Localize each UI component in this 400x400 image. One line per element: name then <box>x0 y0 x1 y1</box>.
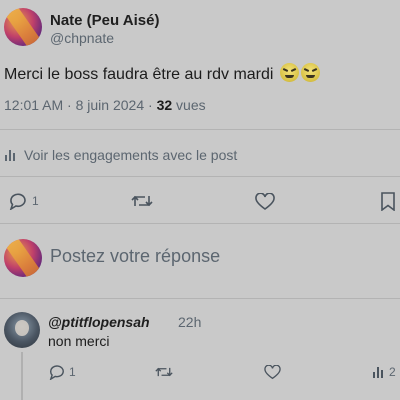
thread-line <box>21 352 23 400</box>
face-with-horns-icon <box>300 63 320 82</box>
author-avatar[interactable] <box>4 8 42 46</box>
post-meta: 12:01 AM · 8 juin 2024 · 32 vues <box>4 97 206 113</box>
analytics-icon <box>372 365 386 379</box>
meta-separator: · <box>148 97 157 113</box>
post-time[interactable]: 12:01 AM <box>4 97 63 113</box>
post-text-content: Merci le boss faudra être au rdv mardi <box>4 66 274 83</box>
repost-icon <box>155 364 173 380</box>
reply-repost-button[interactable] <box>155 364 173 380</box>
divider <box>0 176 400 177</box>
repost-icon <box>131 192 153 210</box>
divider <box>0 223 400 224</box>
author-name[interactable]: Nate (Peu Aisé) <box>50 12 159 29</box>
reply-input[interactable]: Postez votre réponse <box>50 246 390 270</box>
reply-reply-button[interactable]: 1 <box>48 364 76 380</box>
reply-author-avatar[interactable] <box>4 312 40 348</box>
reply-author-handle[interactable]: @ptitflopensah <box>48 314 150 330</box>
divider <box>0 298 400 299</box>
post-date[interactable]: 8 juin 2024 <box>76 97 145 113</box>
reply-text: non merci <box>48 333 110 349</box>
reply-time[interactable]: 22h <box>178 314 201 330</box>
reply-count: 1 <box>32 194 39 208</box>
like-button[interactable] <box>255 193 275 211</box>
heart-icon <box>255 193 275 211</box>
views-label: vues <box>176 97 206 113</box>
author-handle[interactable]: @chpnate <box>50 30 114 46</box>
bookmark-icon <box>380 192 396 211</box>
divider <box>0 129 400 130</box>
current-user-avatar[interactable] <box>4 239 42 277</box>
post-text: Merci le boss faudra être au rdv mardi <box>4 63 320 84</box>
reply-analytics-button[interactable]: 2 <box>372 365 396 379</box>
views-count: 32 <box>156 97 173 113</box>
heart-icon <box>264 365 281 380</box>
repost-button[interactable] <box>131 192 153 210</box>
view-engagements-label: Voir les engagements avec le post <box>24 147 238 163</box>
reply-icon <box>8 192 28 210</box>
reply-icon <box>48 364 66 380</box>
reply-reply-count: 1 <box>69 365 76 379</box>
face-with-horns-icon <box>279 63 299 82</box>
meta-separator: · <box>67 97 76 113</box>
reply-button[interactable]: 1 <box>8 192 39 210</box>
bookmark-button[interactable] <box>380 192 396 211</box>
analytics-icon <box>4 148 18 162</box>
reply-like-button[interactable] <box>264 365 281 380</box>
view-engagements-link[interactable]: Voir les engagements avec le post <box>4 147 237 163</box>
reply-views-count: 2 <box>389 365 396 379</box>
